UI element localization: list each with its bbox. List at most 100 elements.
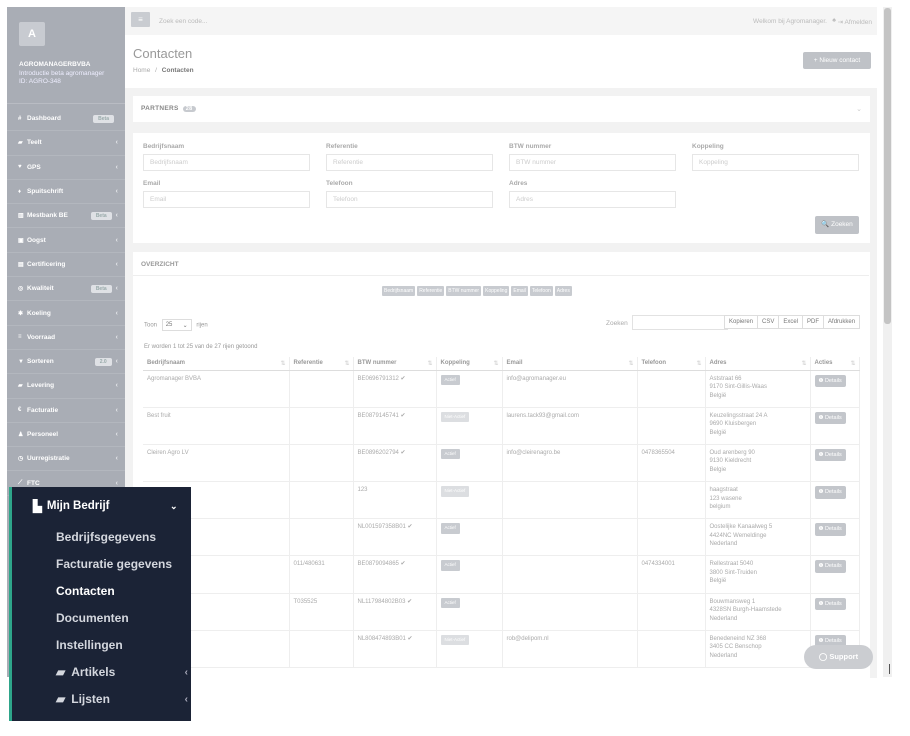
mijn-bedrijf-title: Mijn Bedrijf xyxy=(46,500,110,512)
code-search-input[interactable]: Zoek een code... xyxy=(159,18,207,25)
sidebar-item-gps[interactable]: ♥ GPS ‹ xyxy=(7,156,125,180)
cell-referentie-text: T035525 xyxy=(293,598,318,605)
logout-link[interactable]: ⇥ Afmelden xyxy=(838,18,872,26)
chevron-left-icon: ‹ xyxy=(115,139,118,147)
filter-adres-input[interactable]: Adres xyxy=(509,191,676,208)
export-excel-button[interactable]: Excel xyxy=(778,315,804,329)
column-header-telefoon[interactable]: Telefoon ⇅ xyxy=(637,357,706,371)
colvis-button-koppeling[interactable]: Koppeling xyxy=(483,286,510,296)
scrollbar-thumb[interactable] xyxy=(884,8,891,324)
colvis-button-bedrijfsnaam[interactable]: Bedrijfsnaam xyxy=(382,286,416,296)
chevron-down-icon: ⌄ xyxy=(170,500,178,511)
sidebar-item-facturatie[interactable]: € Facturatie ‹ xyxy=(7,399,125,423)
details-button[interactable]: ❶ Details xyxy=(814,597,846,611)
details-button[interactable]: ❶ Details xyxy=(814,374,846,387)
sidebar-item-levering[interactable]: ▰ Levering ‹ xyxy=(7,374,125,399)
menu-item-documenten[interactable]: Documenten xyxy=(56,611,129,625)
details-button[interactable]: ❶ Details xyxy=(814,486,846,499)
colvis-button-adres[interactable]: Adres xyxy=(554,286,572,296)
address-line: Rellestraat 5040 xyxy=(709,561,754,568)
filter-email-input[interactable]: Email xyxy=(143,191,310,208)
chevron-left-icon: ‹ xyxy=(115,455,118,463)
column-header-bedrijfsnaam[interactable]: Bedrijfsnaam ⇅ xyxy=(143,357,290,371)
cell-btw-text: NL117984802B03 ✔ xyxy=(357,598,413,605)
filter-referentie-input[interactable]: Referentie xyxy=(326,154,493,171)
export-pdf-button[interactable]: PDF xyxy=(802,315,825,329)
cell-referentie: 011/480631 xyxy=(289,555,354,594)
filter-btw-input[interactable]: BTW nummer xyxy=(509,154,676,171)
filter-btw-label: BTW nummer xyxy=(509,143,552,150)
cell-btw-text: 123 xyxy=(357,487,368,494)
sort-icon: ⇅ xyxy=(493,361,499,368)
colvis-button-referentie[interactable]: Referentie xyxy=(417,286,445,296)
details-button[interactable]: ❶ Details xyxy=(814,448,846,462)
filter-email-label: Email xyxy=(143,180,161,187)
address-line: 123 wasene xyxy=(709,495,742,502)
column-header-referentie[interactable]: Referentie ⇅ xyxy=(289,357,354,371)
chevron-left-icon: ‹ xyxy=(184,666,188,678)
column-header-koppeling[interactable]: Koppeling ⇅ xyxy=(436,357,503,371)
sidebar-item-sorteren[interactable]: ▼ Sorteren 2.0 ‹ xyxy=(7,350,125,375)
colvis-button-email[interactable]: Email xyxy=(511,286,528,296)
menu-item-facturatie-gegevens[interactable]: Facturatie gegevens xyxy=(56,557,172,571)
sidebar-item-teelt[interactable]: ▰ Teelt ‹ xyxy=(7,131,125,156)
breadcrumb-home[interactable]: Home xyxy=(133,67,150,74)
overview-title: OVERZICHT xyxy=(141,261,179,268)
brand-logo[interactable]: A xyxy=(19,22,45,46)
details-button[interactable]: ❶ Details xyxy=(814,523,846,536)
menu-item-bedrijfsgegevens[interactable]: Bedrijfsgegevens xyxy=(56,530,156,544)
details-button[interactable]: ❶ Details xyxy=(814,560,846,573)
status-badge: Actief xyxy=(440,448,460,460)
chevron-left-icon: ‹ xyxy=(115,479,118,487)
sidebar-item-voorraad[interactable]: ≡ Voorraad ‹ xyxy=(7,326,125,350)
table-search-input[interactable] xyxy=(632,315,728,330)
export-kopieren-button[interactable]: Kopieren xyxy=(724,315,759,329)
colvis-button-btw-nummer[interactable]: BTW nummer xyxy=(446,286,482,296)
collapse-chevron-icon[interactable]: ⌄ xyxy=(856,105,862,113)
search-button[interactable]: 🔍 Zoeken xyxy=(815,216,859,234)
sorteren-icon: ▼ xyxy=(18,358,24,365)
menu-folder-lijsten[interactable]: ▰ Lijsten ‹ xyxy=(56,692,188,706)
sort-icon: ⇅ xyxy=(427,361,433,368)
address-line: België xyxy=(709,392,727,399)
filter-telefoon-input[interactable]: Telefoon xyxy=(326,191,493,208)
column-header-acties[interactable]: Acties ⇅ xyxy=(810,357,860,371)
export-csv-button[interactable]: CSV xyxy=(757,315,780,329)
sidebar-item-dashboard[interactable]: # Dashboard Beta xyxy=(7,107,125,132)
cell-email xyxy=(502,481,638,520)
column-header-email[interactable]: Email ⇅ xyxy=(502,357,638,371)
sidebar-item-mestbank-be[interactable]: ▥ Mestbank BE Beta ‹ xyxy=(7,204,125,229)
new-contact-button[interactable]: + Nieuw contact xyxy=(803,52,871,69)
sidebar-item-label: Oogst xyxy=(27,236,46,244)
filter-bedrijfsnaam-input[interactable]: Bedrijfsnaam xyxy=(143,154,310,171)
notification-icon[interactable]: ♠ xyxy=(832,17,836,24)
partners-card-header[interactable]: PARTNERS 28 ⌄ xyxy=(133,96,870,122)
cell-telefoon: 0474334001 xyxy=(637,555,706,594)
address-line: Benedeneind NZ 368 xyxy=(709,635,767,642)
sidebar-item-oogst[interactable]: ▣ Oogst ‹ xyxy=(7,228,125,253)
colvis-button-telefoon[interactable]: Telefoon xyxy=(529,286,553,296)
export-afdrukken-button[interactable]: Afdrukken xyxy=(823,315,861,329)
cell-btw: NL001597358B01 ✔ xyxy=(353,518,437,557)
breadcrumb-current: Contacten xyxy=(161,67,194,74)
sidebar-item-certificering[interactable]: ▤ Certificering ‹ xyxy=(7,253,125,278)
cell-bedrijfsnaam-text: Cleiren Agro LV xyxy=(147,449,189,456)
filter-telefoon-label: Telefoon xyxy=(326,180,353,187)
details-button[interactable]: ❶ Details xyxy=(814,411,846,425)
mijn-bedrijf-header[interactable]: ▙ Mijn Bedrijf ⌄ xyxy=(33,499,178,513)
sidebar-item-personeel[interactable]: ♟ Personeel ‹ xyxy=(7,423,125,448)
page-length-select[interactable]: 25 ⌄ xyxy=(161,319,192,331)
column-header-btw-nummer[interactable]: BTW nummer ⇅ xyxy=(353,357,437,371)
sidebar-item-spuitschrift[interactable]: ♦ Spuitschrift ‹ xyxy=(7,180,125,205)
filter-koppeling-input[interactable]: Koppeling xyxy=(692,154,859,171)
menu-toggle-button[interactable]: ≡ xyxy=(131,12,150,27)
support-button[interactable]: ◯ Support xyxy=(804,645,873,669)
menu-folder-artikels[interactable]: ▰ Artikels ‹ xyxy=(56,665,188,679)
sidebar-item-koeling[interactable]: ✱ Koeling ‹ xyxy=(7,301,125,326)
menu-item-instellingen[interactable]: Instellingen xyxy=(56,638,123,652)
cell-email: laurens.tack93@gmail.com xyxy=(502,407,638,445)
column-header-adres[interactable]: Adres ⇅ xyxy=(705,357,811,371)
menu-item-contacten[interactable]: Contacten xyxy=(56,584,115,598)
sidebar-item-kwaliteit[interactable]: ◎ Kwaliteit Beta ‹ xyxy=(7,277,125,302)
sidebar-item-uurregistratie[interactable]: ◷ Uurregistratie ‹ xyxy=(7,447,125,472)
